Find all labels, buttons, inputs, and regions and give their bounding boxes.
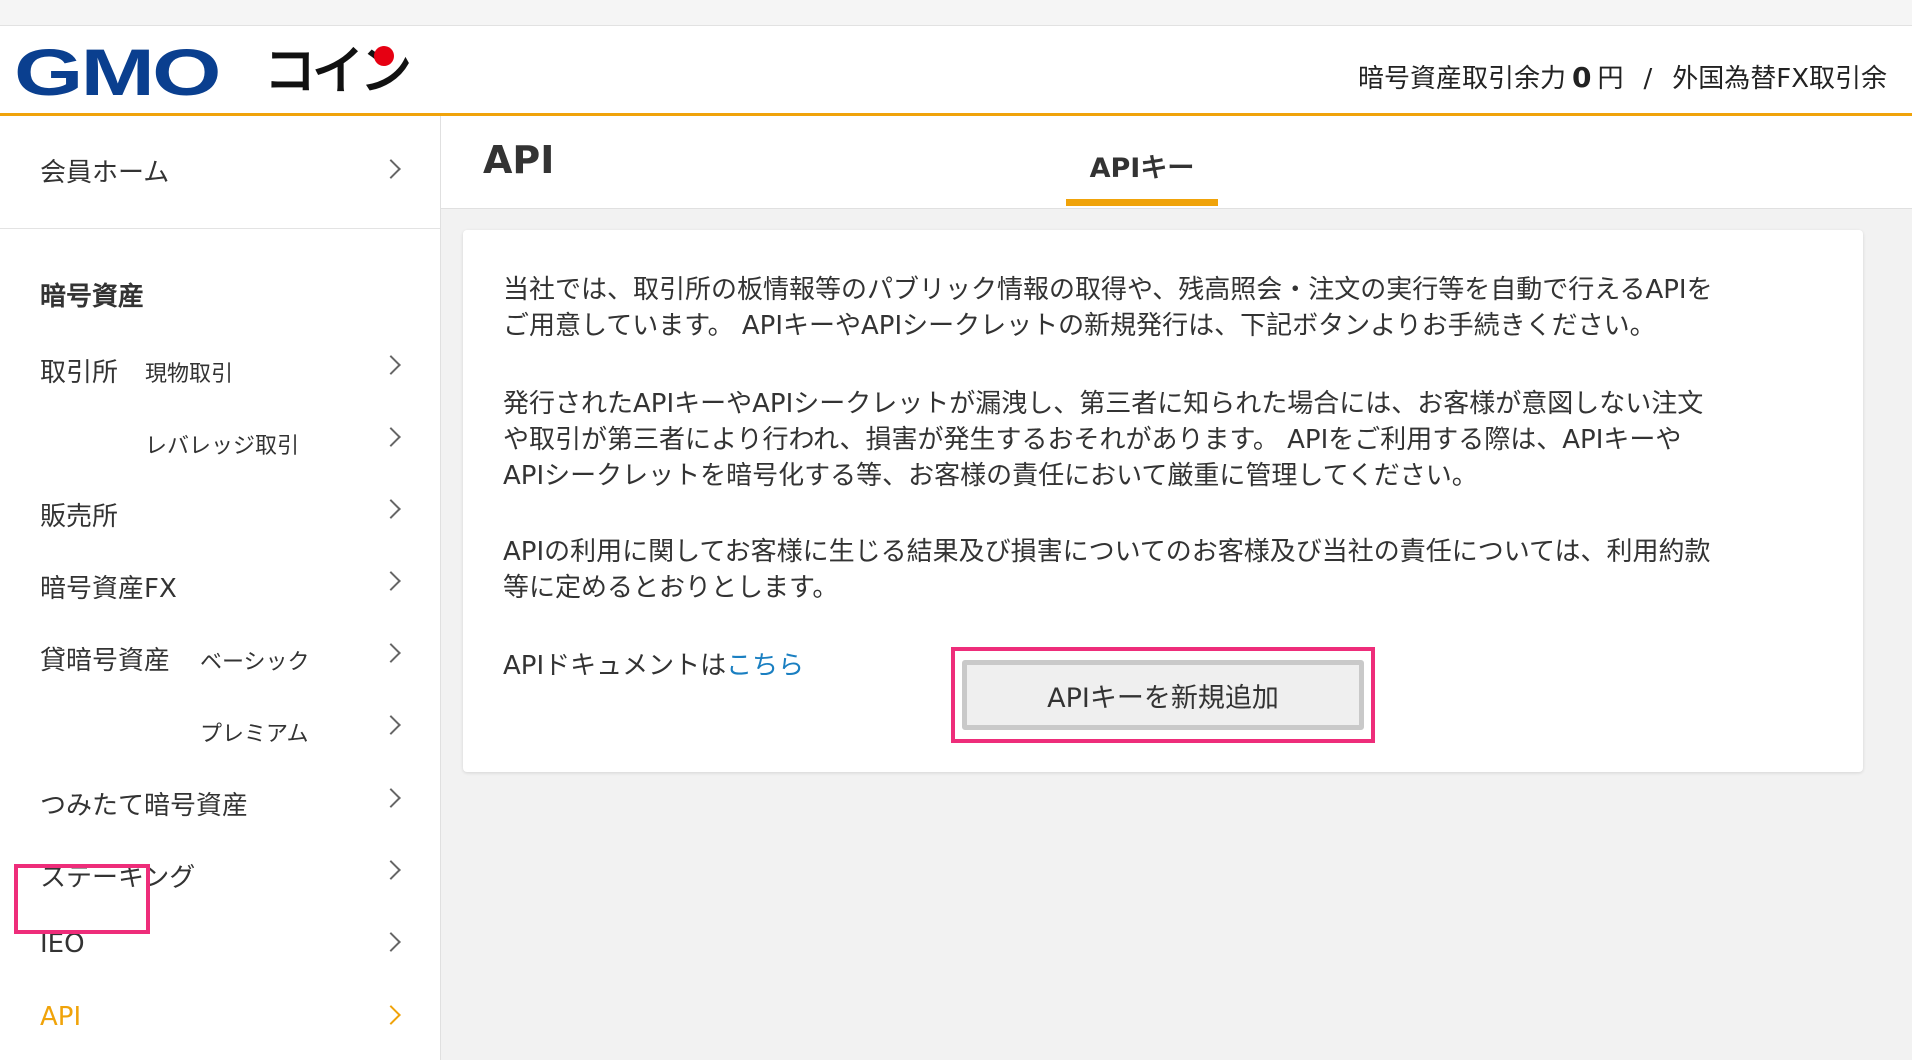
sidebar-item-label: API bbox=[40, 1002, 82, 1032]
section-title-crypto: 暗号資産 bbox=[40, 282, 145, 312]
warning-line-2: や取引が第三者により行われ、損害が発生するおそれがあります。 APIをご利用する… bbox=[503, 425, 1682, 455]
sidebar-item-sublabel: ベーシック bbox=[200, 650, 310, 675]
terms-paragraph: APIの利用に関してお客様に生じる結果及び損害についてのお客様及び当社の責任につ… bbox=[503, 534, 1833, 606]
sidebar-item-lending-basic[interactable]: 貸暗号資産 ベーシック bbox=[0, 626, 440, 686]
chevron-right-icon bbox=[381, 860, 401, 880]
gmo-coin-logo[interactable]: GMO コイン bbox=[14, 39, 412, 105]
browser-top-strip bbox=[0, 0, 1912, 26]
balance-label: 暗号資産取引余力 bbox=[1358, 64, 1567, 94]
balance-unit: 円 bbox=[1597, 64, 1624, 94]
intro-line-1: 当社では、取引所の板情報等のパブリック情報の取得や、残高照会・注文の実行等を自動… bbox=[503, 275, 1713, 305]
chevron-right-icon bbox=[381, 1005, 401, 1025]
chevron-right-icon bbox=[381, 932, 401, 952]
trading-balance: 暗号資産取引余力 0 円 / 外国為替FX取引余 bbox=[1358, 58, 1887, 95]
sidebar-item-member-home[interactable]: 会員ホーム bbox=[0, 116, 440, 229]
sidebar-item-accumulation[interactable]: つみたて暗号資産 bbox=[0, 771, 440, 831]
sidebar-item-label: 暗号資産FX bbox=[40, 574, 177, 604]
sidebar-item-sublabel: プレミアム bbox=[200, 722, 309, 747]
sidebar-item-sales[interactable]: 販売所 bbox=[0, 482, 440, 542]
logo-coin-text: コイン bbox=[264, 44, 412, 100]
site-header: GMO コイン 暗号資産取引余力 0 円 / 外国為替FX取引余 bbox=[0, 26, 1912, 116]
chevron-right-icon bbox=[381, 643, 401, 663]
sidebar-item-label: つみたて暗号資産 bbox=[40, 791, 249, 821]
api-doc-link[interactable]: こちら bbox=[726, 651, 804, 681]
warning-line-1: 発行されたAPIキーやAPIシークレットが漏洩し、第三者に知られた場合には、お客… bbox=[503, 389, 1704, 419]
api-doc-text: APIドキュメントは bbox=[503, 651, 727, 681]
sidebar-item-label: 貸暗号資産 bbox=[40, 646, 171, 676]
chevron-right-icon bbox=[381, 499, 401, 519]
intro-paragraph: 当社では、取引所の板情報等のパブリック情報の取得や、残高照会・注文の実行等を自動… bbox=[503, 272, 1833, 344]
tab-api-key[interactable]: APIキー bbox=[1066, 116, 1218, 206]
sidebar-item-sublabel: 現物取引 bbox=[145, 362, 234, 387]
chevron-right-icon bbox=[381, 427, 401, 447]
sidebar-item-sublabel: レバレッジ取引 bbox=[145, 434, 300, 459]
terms-line-1: APIの利用に関してお客様に生じる結果及び損害についてのお客様及び当社の責任につ… bbox=[503, 537, 1711, 567]
api-highlight-box bbox=[14, 864, 150, 934]
intro-line-2: ご用意しています。 APIキーやAPIシークレットの新規発行は、下記ボタンよりお… bbox=[503, 311, 1656, 341]
logo-red-dot-icon bbox=[374, 46, 395, 66]
sidebar-item-label: 取引所 bbox=[40, 358, 119, 388]
terms-line-2: 等に定めるとおりとします。 bbox=[503, 573, 839, 603]
warning-line-3: APIシークレットを暗号化する等、お客様の責任において厳重に管理してください。 bbox=[503, 461, 1478, 491]
sidebar-item-crypto-fx[interactable]: 暗号資産FX bbox=[0, 554, 440, 614]
sidebar-item-api[interactable]: API bbox=[0, 988, 440, 1048]
sidebar-item-lending-premium[interactable]: プレミアム bbox=[0, 698, 440, 758]
chevron-right-icon bbox=[381, 571, 401, 591]
page-header: API APIキー bbox=[441, 116, 1912, 209]
chevron-right-icon bbox=[381, 355, 401, 375]
balance-separator: / bbox=[1643, 64, 1653, 94]
chevron-right-icon bbox=[381, 715, 401, 735]
chevron-right-icon bbox=[381, 159, 401, 179]
balance-amount: 0 bbox=[1572, 61, 1592, 94]
sidebar-item-exchange-leverage[interactable]: レバレッジ取引 bbox=[0, 410, 440, 470]
tab-label: APIキー bbox=[1089, 153, 1195, 184]
main-content: API APIキー 当社では、取引所の板情報等のパブリック情報の取得や、残高照会… bbox=[441, 116, 1912, 1060]
chevron-right-icon bbox=[381, 788, 401, 808]
sidebar-item-exchange-spot[interactable]: 取引所 現物取引 bbox=[0, 338, 440, 398]
sidebar-item-label: 販売所 bbox=[40, 502, 119, 532]
warning-paragraph: 発行されたAPIキーやAPIシークレットが漏洩し、第三者に知られた場合には、お客… bbox=[503, 386, 1833, 494]
add-api-key-button[interactable]: APIキーを新規追加 bbox=[962, 660, 1364, 730]
sidebar-item-label: 会員ホーム bbox=[40, 158, 170, 188]
page-title: API bbox=[483, 138, 555, 182]
fx-balance-label: 外国為替FX取引余 bbox=[1672, 64, 1888, 94]
